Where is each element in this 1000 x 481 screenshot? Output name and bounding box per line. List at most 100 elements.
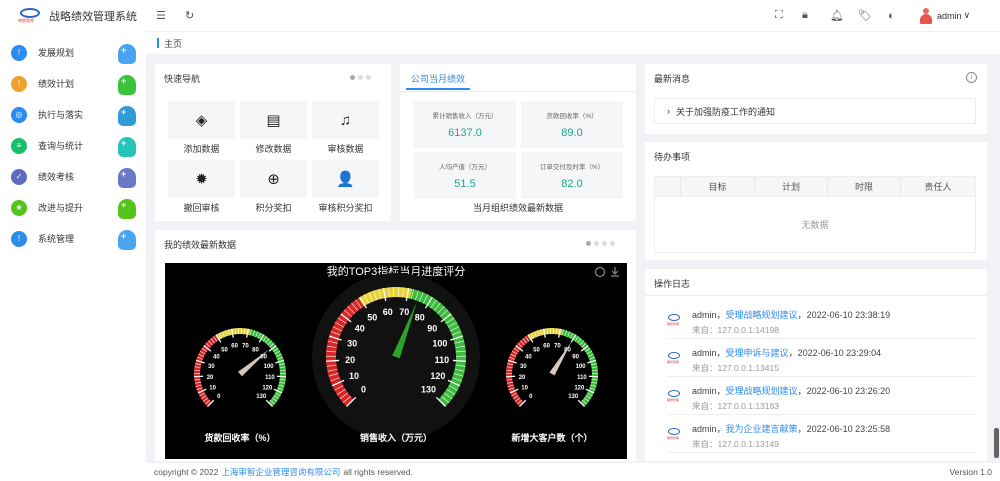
log-ip: 127.0.0.1:13415 (717, 363, 779, 373)
palette-icon[interactable]: ◐ (888, 0, 895, 31)
gauge-name: 销售收入（万元） (360, 432, 432, 443)
quick-nav-label[interactable]: 审核积分奖扣 (307, 201, 384, 214)
company-performance-card: 公司当月绩效 累计销售收入（万元） 6137.0 货款回收率（%） 89.0 人均产值（… (400, 64, 636, 221)
company-logo-icon: 审智智库 (667, 427, 681, 441)
quick-nav-tile[interactable]: 👤 审核积分奖扣 (312, 160, 379, 213)
bell-icon[interactable]: 🔔︎ (830, 0, 844, 31)
gauge-tick-label: 20 (345, 355, 355, 365)
execute-icon: ◎ (11, 106, 27, 123)
quick-nav-grid: ◈ 添加数据 ▤ 修改数据 ♫ 审核数据 ✹ 撤回审核 ⊕ 积分奖扣 👤 审核积分奖扣 (168, 101, 379, 213)
log-item: 审智智库 admin，受理战略规划建议，2022-06-10 23:38:19 来自… (667, 305, 975, 339)
gauge-tick-label: 50 (221, 347, 228, 353)
quick-nav-label[interactable]: 撤回审核 (163, 201, 240, 214)
quick-nav-label[interactable]: 审核数据 (307, 142, 384, 155)
sidebar-badge[interactable]: + (118, 230, 136, 250)
user-icon: 👤 (336, 171, 355, 188)
download-chart-icon[interactable] (611, 267, 619, 277)
todo-col-owner: 责任人 (900, 177, 975, 196)
quick-nav-label[interactable]: 积分奖扣 (235, 201, 312, 214)
log-from-label: 来自： (692, 439, 718, 449)
gauge-chart-panel: 我的TOP3指标当月进度评分 0 10 20 30 40 50 60 70 80 90 100 110… (165, 263, 627, 459)
company-link[interactable]: 上海审智企业管理咨询有限公司 (221, 466, 340, 478)
company-logo-icon: 审智智库 (667, 313, 681, 327)
breadcrumb-home[interactable]: 主页 (164, 37, 182, 50)
quick-nav-label[interactable]: 添加数据 (163, 142, 240, 155)
target-icon: ! (11, 75, 27, 92)
sidebar-item-2[interactable]: ◎ 执行与落实 + (0, 99, 146, 130)
sidebar-badge[interactable]: + (118, 168, 136, 188)
sidebar-item-3[interactable]: ≡ 查询与统计 + (0, 130, 146, 161)
log-item: 审智智库 admin，受理战略规划建议，2022-06-10 23:26:20 来自… (667, 381, 975, 415)
log-ip: 127.0.0.1:13149 (717, 439, 779, 449)
gauge-tick (588, 375, 598, 378)
gauge-tick-label: 50 (533, 347, 540, 353)
gauge-tick (452, 359, 466, 362)
quick-nav-tile[interactable]: ✹ 撤回审核 (168, 160, 235, 213)
sidebar-item-6[interactable]: ! 系统管理 + (0, 223, 146, 254)
menu-fold-icon[interactable]: ☰ (156, 0, 166, 31)
sidebar-badge[interactable]: + (118, 75, 136, 95)
quick-nav-tile[interactable]: ▤ 修改数据 (240, 101, 307, 154)
news-item[interactable]: › 关于加强防疫工作的通知 (654, 98, 976, 124)
company-logo-icon: 审智智库 (667, 389, 681, 403)
gauge-tick-label: 120 (262, 385, 273, 391)
sidebar-badge[interactable]: + (118, 106, 136, 126)
sidebar-item-0[interactable]: ! 发展规划 + (0, 37, 146, 68)
gauge-tick-label: 40 (213, 354, 220, 360)
sidebar-item-4[interactable]: ✓ 绩效考核 + (0, 161, 146, 192)
tag-icon[interactable]: 🏷︎ (858, 0, 872, 31)
gauge-tick-label: 60 (383, 307, 393, 317)
log-action-link[interactable]: 受理战略规划建议 (726, 310, 798, 320)
refresh-chart-icon[interactable] (594, 266, 606, 278)
gauge-tick-label: 70 (554, 343, 561, 349)
carousel-dots[interactable] (350, 75, 371, 80)
gauge-tick-label: 30 (347, 338, 357, 348)
gauge-tick-label: 60 (543, 343, 550, 349)
quick-nav-label[interactable]: 修改数据 (235, 142, 312, 155)
fullscreen-icon[interactable]: ⛶ (775, 0, 783, 31)
sidebar-badge[interactable]: + (118, 199, 136, 219)
quick-nav-tile[interactable]: ♫ 审核数据 (312, 101, 379, 154)
gauge-tick-label: 20 (519, 375, 526, 381)
sidebar-item-5[interactable]: ★ 改进与提升 + (0, 192, 146, 223)
sidebar-item-label: 发展规划 (38, 48, 75, 58)
log-card: 操作日志 审智智库 admin，受理战略规划建议，2022-06-10 23:38… (645, 269, 987, 461)
my-performance-title: 我的绩效最新数据 (164, 240, 237, 250)
gauge-tick-label: 0 (529, 394, 533, 400)
log-ip: 127.0.0.1:14198 (717, 325, 779, 335)
sidebar-item-label: 查询与统计 (38, 141, 84, 151)
carousel-dots[interactable] (586, 241, 615, 246)
breadcrumb: 主页 (146, 32, 1000, 54)
info-icon[interactable]: i (966, 72, 977, 83)
sidebar-item-label: 改进与提升 (38, 203, 84, 213)
sidebar-item-1[interactable]: ! 绩效计划 + (0, 68, 146, 99)
gauge-tick-label: 110 (435, 355, 450, 365)
metric-tile[interactable]: 累计销售收入（万元） 6137.0 (414, 101, 516, 148)
refresh-icon[interactable]: ↻ (185, 0, 194, 31)
avatar (920, 7, 932, 24)
quick-nav-tile[interactable]: ⊕ 积分奖扣 (240, 160, 307, 213)
sidebar-badge[interactable]: + (118, 44, 136, 64)
metric-tile[interactable]: 订单交付及时率（%） 82.0 (521, 152, 623, 199)
metric-tile[interactable]: 人均产值（万元） 51.5 (414, 152, 516, 199)
todo-col-target: 目标 (680, 177, 754, 196)
sidebar-badge[interactable]: + (118, 137, 136, 157)
quick-nav-tile[interactable]: ◈ 添加数据 (168, 101, 235, 154)
log-action-link[interactable]: 我为企业建言献策 (726, 424, 798, 434)
log-user: admin (692, 310, 717, 320)
gauge-0: 0102030405060 708090100110120130货款回收率（%） (193, 328, 287, 443)
todo-col-deadline: 时限 (827, 177, 900, 196)
scrollbar-thumb[interactable] (994, 428, 999, 458)
music-note-icon: ♫ (339, 111, 352, 129)
metric-tile[interactable]: 货款回收率（%） 89.0 (521, 101, 623, 148)
gauge-tick-label: 100 (264, 364, 275, 370)
company-logo-icon: 审智智库 (667, 351, 681, 365)
gauge-tick-label: 130 (256, 394, 267, 400)
user-menu[interactable]: admin ∨ (920, 0, 970, 31)
log-from-label: 来自： (692, 363, 718, 373)
log-action-link[interactable]: 受理战略规划建议 (726, 386, 798, 396)
tab-company-performance[interactable]: 公司当月绩效 (406, 68, 471, 90)
gauge-tick-label: 10 (521, 385, 528, 391)
lock-icon[interactable]: 🔒︎ (802, 0, 808, 31)
log-action-link[interactable]: 受理申诉与建议 (726, 348, 789, 358)
